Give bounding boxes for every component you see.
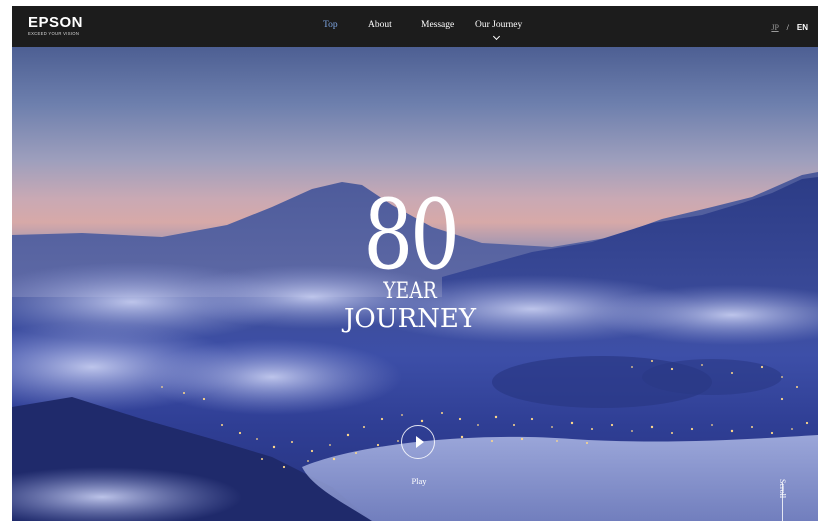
lang-separator: / bbox=[786, 23, 789, 32]
language-switcher: JP / EN bbox=[765, 23, 808, 32]
nav-about[interactable]: About bbox=[368, 20, 392, 30]
hero-section: 80 YEAR JOURNEY Play Scroll bbox=[12, 47, 818, 521]
lang-jp[interactable]: JP bbox=[771, 23, 778, 32]
play-button[interactable] bbox=[401, 425, 435, 459]
site-header: EPSON EXCEED YOUR VISION Top About Messa… bbox=[12, 6, 818, 47]
hero-title-number: 80 bbox=[363, 179, 460, 291]
lang-en[interactable]: EN bbox=[797, 23, 808, 32]
main-nav: Top About Message Our Journey bbox=[12, 20, 818, 41]
hero-title-journey: JOURNEY bbox=[343, 304, 477, 334]
play-label: Play bbox=[411, 476, 427, 486]
hero-title: 80 YEAR JOURNEY bbox=[344, 179, 476, 333]
lake bbox=[302, 435, 818, 521]
nav-top[interactable]: Top bbox=[323, 20, 338, 30]
nav-message[interactable]: Message bbox=[421, 20, 454, 30]
nav-our-journey-label: Our Journey bbox=[475, 20, 523, 30]
play-icon bbox=[416, 436, 424, 448]
page-frame: EPSON EXCEED YOUR VISION Top About Messa… bbox=[12, 6, 818, 521]
hero-title-year: YEAR bbox=[383, 279, 437, 304]
nav-our-journey[interactable]: Our Journey bbox=[475, 20, 523, 41]
chevron-down-icon bbox=[492, 32, 501, 41]
scroll-line bbox=[782, 483, 783, 521]
